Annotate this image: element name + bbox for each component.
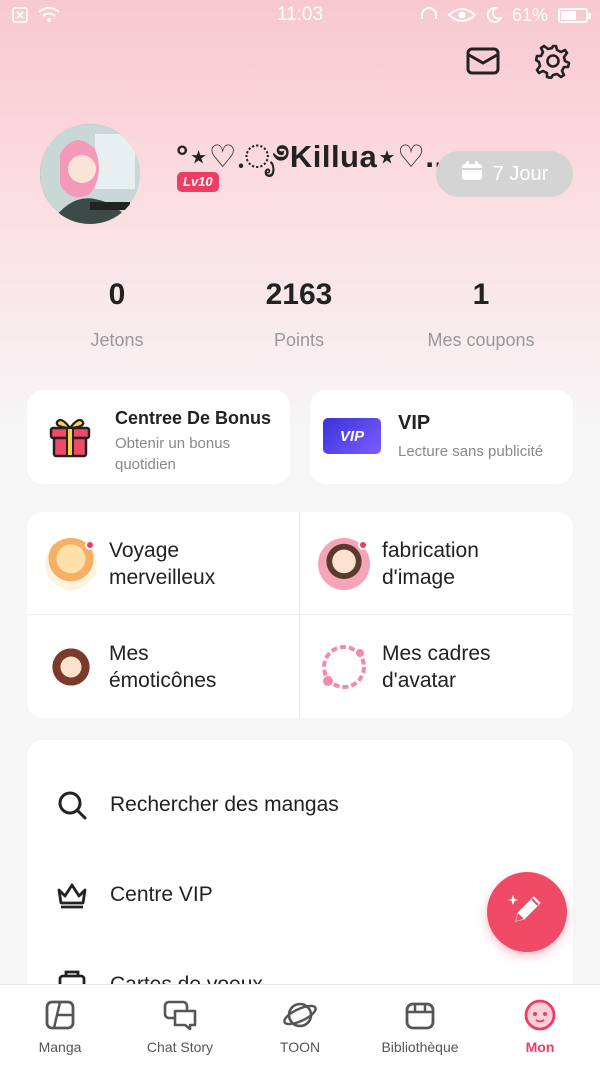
battery-icon xyxy=(558,7,591,23)
vip-title: VIP xyxy=(398,412,431,434)
stat-value: 2163 xyxy=(265,278,333,311)
level-badge: Lv10 xyxy=(177,172,219,192)
notification-dot xyxy=(358,539,368,550)
bonus-center-card[interactable]: Centree De Bonus Obtenir un bonus quotid… xyxy=(27,390,290,484)
menu-item-label: Centre VIP xyxy=(110,883,213,906)
bonus-title: Centree De Bonus xyxy=(115,408,272,428)
stat-points[interactable]: 2163 Points xyxy=(238,278,360,351)
create-post-fab[interactable] xyxy=(487,872,567,952)
nav-toon[interactable]: TOON xyxy=(240,985,360,1067)
chat-icon xyxy=(162,997,198,1033)
profile-face-icon xyxy=(522,997,558,1033)
search-icon xyxy=(55,788,89,822)
feature-voyage-merveilleux[interactable]: Voyage merveilleux xyxy=(27,512,300,615)
username: °⋆♡.ೃ࿔Killua⋆♡... xyxy=(176,139,453,174)
checkin-label: 7 Jour xyxy=(492,162,549,185)
emoticon-girl-icon xyxy=(45,640,97,693)
nav-label: Chat Story xyxy=(146,1039,214,1055)
nav-manga[interactable]: Manga xyxy=(0,985,120,1067)
nav-label: Manga xyxy=(38,1039,82,1055)
nav-label: TOON xyxy=(279,1039,321,1055)
vip-subtitle: Lecture sans publicité xyxy=(398,443,544,460)
vip-card-icon: VIP xyxy=(323,418,381,454)
pencil-icon xyxy=(504,887,550,938)
vip-card[interactable]: VIP VIP Lecture sans publicité xyxy=(310,390,573,484)
avatar[interactable] xyxy=(40,124,140,224)
stat-label: Mes coupons xyxy=(427,330,535,350)
calendar-icon xyxy=(461,161,483,187)
feature-label: Mes xyxy=(109,641,149,665)
menu-item-label: Rechercher des mangas xyxy=(110,793,339,816)
bonus-subtitle: Obtenir un bonus quotidien xyxy=(115,435,231,473)
bottom-nav: Manga Chat Story TOON Bibliothèque Mon xyxy=(0,984,600,1067)
feature-label: d'avatar xyxy=(382,668,457,692)
library-icon xyxy=(402,997,438,1033)
mail-icon[interactable] xyxy=(464,42,502,80)
stat-value: 0 xyxy=(108,278,126,311)
nav-label: Bibliothèque xyxy=(381,1039,459,1055)
gear-icon[interactable] xyxy=(534,42,572,80)
menu-item-search[interactable]: Rechercher des mangas xyxy=(27,760,573,850)
status-bar: 11:03 61% xyxy=(0,0,600,30)
menu-list: Rechercher des mangas Centre VIP Cartes … xyxy=(27,740,573,1010)
clock: 11:03 xyxy=(276,4,324,25)
checkin-button[interactable]: 7 Jour xyxy=(436,151,573,197)
stat-jetons[interactable]: 0 Jetons xyxy=(56,278,178,351)
stat-label: Jetons xyxy=(90,330,144,350)
manga-icon xyxy=(42,997,78,1033)
stat-value: 1 xyxy=(472,278,490,311)
character-maker-icon xyxy=(318,537,370,590)
feature-label: Voyage xyxy=(109,538,180,562)
crown-icon xyxy=(55,878,89,912)
feature-label: d'image xyxy=(382,565,455,589)
vip-badge-text: VIP xyxy=(339,427,365,445)
nav-label: Mon xyxy=(525,1039,555,1055)
nav-mon[interactable]: Mon xyxy=(480,985,600,1067)
notification-dot xyxy=(85,539,95,550)
stat-label: Points xyxy=(273,330,325,350)
feature-cadres-avatar[interactable]: Mes cadres d'avatar xyxy=(300,615,573,718)
nav-bibliotheque[interactable]: Bibliothèque xyxy=(360,985,480,1067)
avatar-frame-icon xyxy=(318,641,370,693)
feature-label: Mes cadres xyxy=(382,641,491,665)
feature-fabrication-image[interactable]: fabrication d'image xyxy=(300,512,573,615)
fox-girl-icon xyxy=(45,537,97,590)
feature-label: émoticônes xyxy=(109,668,217,692)
nav-chat-story[interactable]: Chat Story xyxy=(120,985,240,1067)
feature-label: fabrication xyxy=(382,538,479,562)
feature-label: merveilleux xyxy=(109,565,216,589)
stat-coupons[interactable]: 1 Mes coupons xyxy=(420,278,542,351)
features-grid: Voyage merveilleux fabrication d'image Mes… xyxy=(27,512,573,718)
gift-icon xyxy=(47,414,93,465)
planet-icon xyxy=(282,997,318,1033)
feature-emoticones[interactable]: Mes émoticônes xyxy=(27,615,300,718)
